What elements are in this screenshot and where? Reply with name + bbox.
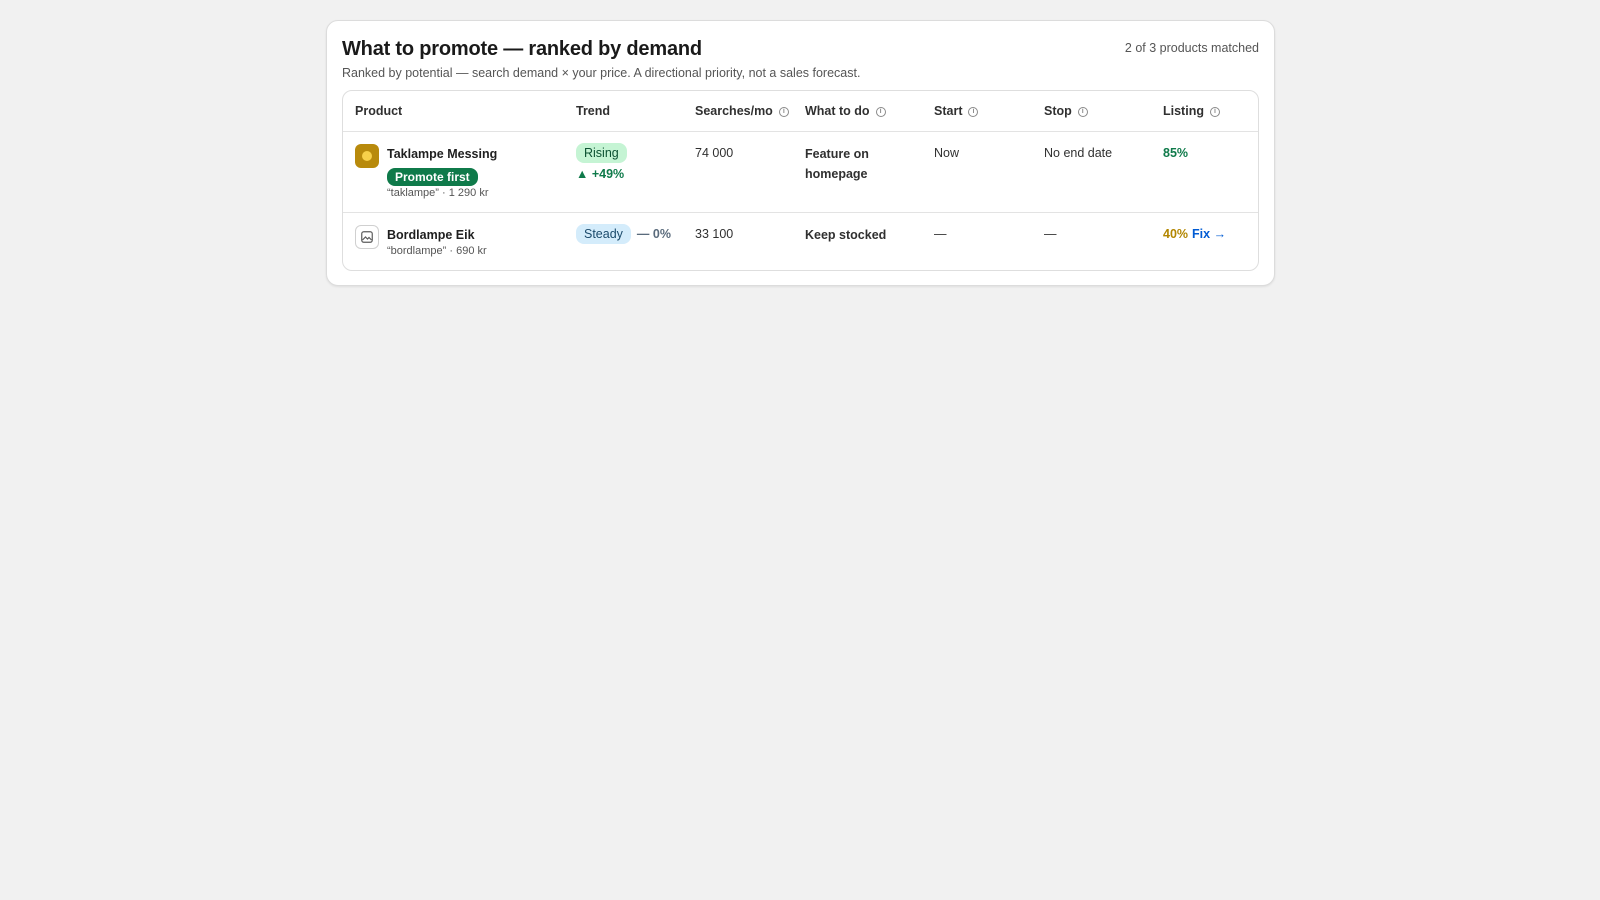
table-row: Taklampe Messing Promote first “taklampe… [343, 131, 1258, 213]
table-row: Bordlampe Eik “bordlampe” · 690 kr Stead… [343, 212, 1258, 269]
column-header-action: What to do i [793, 91, 922, 132]
stop-cell: No end date [1032, 131, 1151, 213]
trend-badge: Steady [576, 223, 631, 244]
listing-cell: 40% Fix → [1151, 212, 1258, 269]
listing-score: 40% [1163, 226, 1189, 241]
product-name[interactable]: Bordlampe Eik [387, 227, 487, 243]
start-cell: Now [922, 131, 1032, 213]
table-header-row: Product Trend Searches/mo i What to do i S… [343, 91, 1258, 132]
product-cell: Taklampe Messing Promote first “taklampe… [343, 131, 564, 213]
action-cell: Keep stocked [793, 212, 922, 269]
image-placeholder-icon [355, 224, 379, 249]
page-title: What to promote — ranked by demand [342, 38, 702, 60]
info-icon[interactable]: i [1209, 106, 1220, 117]
trend-cell: Rising ▲ +49% [564, 131, 683, 213]
product-meta: “bordlampe” · 690 kr [387, 244, 487, 257]
info-icon[interactable]: i [968, 106, 979, 117]
products-table: Product Trend Searches/mo i What to do i S… [343, 91, 1258, 269]
listing-score: 85% [1163, 145, 1189, 160]
trend-delta: ▲ +49% [576, 166, 625, 181]
action-cell: Feature on homepage [793, 131, 922, 213]
searches-cell: 74 000 [683, 131, 793, 213]
fix-listing-link[interactable]: Fix → [1192, 227, 1226, 241]
info-icon[interactable]: i [1077, 106, 1088, 117]
start-cell: — [934, 226, 947, 241]
column-header-listing: Listing i [1151, 91, 1258, 132]
info-icon[interactable]: i [875, 106, 886, 117]
product-cell: Bordlampe Eik “bordlampe” · 690 kr [343, 212, 564, 269]
promote-card: What to promote — ranked by demand Ranke… [326, 20, 1275, 286]
info-icon[interactable]: i [778, 106, 789, 117]
trend-cell: Steady — 0% [564, 212, 683, 269]
lamp-thumbnail-icon [355, 143, 379, 168]
column-header-searches: Searches/mo i [683, 91, 793, 132]
page-subtitle: Ranked by potential — search demand × yo… [342, 66, 861, 80]
product-meta: “taklampe” · 1 290 kr [387, 186, 489, 199]
stop-cell: — [1044, 226, 1057, 241]
column-header-product: Product [343, 91, 564, 132]
card-header: What to promote — ranked by demand Ranke… [327, 21, 1274, 91]
trend-delta: — 0% [636, 226, 671, 241]
action-text: Feature on homepage [805, 146, 869, 181]
searches-cell: 33 100 [695, 226, 734, 241]
column-header-trend: Trend [564, 91, 683, 132]
match-count: 2 of 3 products matched [1124, 41, 1259, 55]
promote-first-badge: Promote first [387, 167, 478, 186]
products-table-container: Product Trend Searches/mo i What to do i S… [342, 90, 1259, 271]
trend-badge: Rising [576, 142, 627, 163]
listing-cell: 85% [1151, 131, 1258, 213]
column-header-start: Start i [922, 91, 1032, 132]
column-header-stop: Stop i [1032, 91, 1151, 132]
action-text: Keep stocked [805, 227, 887, 242]
product-name[interactable]: Taklampe Messing [387, 146, 497, 162]
